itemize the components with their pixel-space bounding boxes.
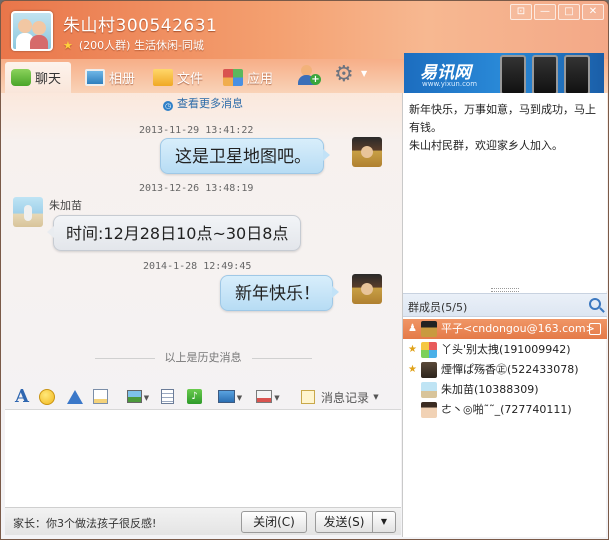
image-icon[interactable]: ▼ bbox=[123, 387, 153, 407]
ad-banner[interactable]: 易讯网 www.yixun.com bbox=[404, 53, 604, 93]
group-subtitle: ★ (200人群) 生活休闲-同城 bbox=[63, 37, 204, 53]
maximize-button[interactable]: □ bbox=[558, 4, 580, 20]
member-name: 平子<cndongou@163.com> bbox=[441, 322, 595, 335]
tab-chat[interactable]: 聊天 bbox=[5, 62, 71, 93]
message-timestamp: 2013-11-29 13:41:22 bbox=[139, 125, 254, 136]
view-more-messages-link[interactable]: ◷ 查看更多消息 bbox=[5, 95, 401, 111]
member-name: 丫头'别太拽(191009942) bbox=[441, 343, 571, 356]
edit-icon[interactable] bbox=[589, 323, 601, 335]
tab-files-label: 文件 bbox=[177, 72, 204, 87]
admin-star-icon: ★ bbox=[408, 344, 417, 355]
clock-icon: ◷ bbox=[163, 101, 173, 111]
members-count: 群成员(5/5) bbox=[408, 301, 468, 314]
right-panel: 新年快乐，万事如意，马到成功，马上有钱。 朱山村民群，欢迎家乡人加入。 群成员(… bbox=[402, 93, 607, 537]
tab-photo-album-label: 相册 bbox=[109, 72, 136, 87]
tab-photo-album[interactable]: 相册 bbox=[79, 62, 145, 93]
announcement-line: 新年快乐，万事如意，马到成功，马上有钱。 bbox=[409, 103, 596, 134]
send-button[interactable]: 发送(S) bbox=[315, 511, 373, 533]
screenshot-icon[interactable]: ▼ bbox=[213, 387, 247, 407]
chevron-down-icon[interactable]: ▼ bbox=[361, 69, 367, 78]
search-icon[interactable] bbox=[589, 298, 601, 310]
owner-icon: ♟ bbox=[408, 323, 417, 334]
group-avatar[interactable] bbox=[11, 11, 53, 51]
group-title: 朱山村300542631 bbox=[63, 16, 218, 36]
folder-icon bbox=[153, 69, 173, 86]
chevron-down-icon: ▼ bbox=[143, 394, 150, 402]
window-header: 朱山村300542631 ★ (200人群) 生活休闲-同城 ⊡ — □ ✕ bbox=[1, 1, 608, 59]
chat-window: 朱山村300542631 ★ (200人群) 生活休闲-同城 ⊡ — □ ✕ 聊天… bbox=[0, 0, 609, 540]
music-icon[interactable]: ♪ bbox=[187, 387, 203, 407]
send-options-chevron-icon[interactable]: ▼ bbox=[372, 511, 396, 533]
avatar[interactable] bbox=[13, 197, 43, 227]
add-member-icon[interactable]: + bbox=[297, 65, 321, 85]
message-input[interactable] bbox=[5, 409, 401, 507]
chevron-down-icon: ▼ bbox=[236, 394, 243, 402]
main-toolbar: 聊天 相册 文件 应用 + ⚙ ▼ bbox=[1, 59, 401, 93]
message-timestamp: 2014-1-28 12:49:45 bbox=[143, 261, 252, 272]
phone-image bbox=[532, 55, 558, 93]
close-window-button[interactable]: ✕ bbox=[582, 4, 604, 20]
chevron-down-icon: ▼ bbox=[371, 393, 379, 401]
window-shake-icon[interactable] bbox=[65, 387, 85, 407]
sender-name[interactable]: 朱加苗 bbox=[49, 197, 82, 213]
admin-star-icon: ★ bbox=[408, 364, 417, 375]
apps-icon bbox=[223, 69, 243, 86]
panel-splitter[interactable] bbox=[403, 281, 607, 293]
tab-files[interactable]: 文件 bbox=[147, 62, 213, 93]
input-toolbar: A ▼ ♪ ▼ ▼ 消息记录 ▼ bbox=[5, 385, 401, 409]
font-icon[interactable]: A bbox=[13, 387, 31, 407]
member-item[interactable]: 朱加苗(10388309) bbox=[403, 380, 607, 400]
tab-apps[interactable]: 应用 bbox=[217, 62, 283, 93]
member-name: 煙憚ぱ殇香㊣(522433078) bbox=[441, 363, 579, 376]
skin-button[interactable]: ⊡ bbox=[510, 4, 532, 20]
avatar bbox=[421, 402, 437, 418]
phone-image bbox=[500, 55, 526, 93]
group-announcement: 新年快乐，万事如意，马到成功，马上有钱。 朱山村民群，欢迎家乡人加入。 bbox=[403, 93, 607, 291]
note-icon[interactable] bbox=[93, 387, 111, 407]
message-history-label: 消息记录 bbox=[321, 391, 370, 405]
group-category: (200人群) 生活休闲-同城 bbox=[78, 39, 204, 52]
avatar bbox=[421, 342, 437, 358]
chevron-down-icon: ▼ bbox=[274, 394, 280, 402]
ad-url: www.yixun.com bbox=[422, 80, 478, 88]
minimize-button[interactable]: — bbox=[534, 4, 556, 20]
gear-icon[interactable]: ⚙ bbox=[334, 63, 354, 87]
tab-apps-label: 应用 bbox=[247, 72, 274, 87]
close-button[interactable]: 关闭(C) bbox=[241, 511, 307, 533]
history-divider: 以上是历史消息 bbox=[5, 349, 401, 365]
photo-album-icon bbox=[85, 69, 105, 86]
message-timestamp: 2013-12-26 13:48:19 bbox=[139, 183, 254, 194]
avatar bbox=[421, 382, 437, 398]
document-icon[interactable] bbox=[161, 387, 177, 407]
avatar[interactable] bbox=[352, 137, 382, 167]
emoji-icon[interactable] bbox=[39, 387, 57, 407]
bottom-bar: 家长：你3个做法孩子很反感! 关闭(C) 发送(S) ▼ bbox=[5, 507, 401, 535]
avatar[interactable] bbox=[352, 274, 382, 304]
ad-tip-link[interactable]: 家长：你3个做法孩子很反感! bbox=[13, 515, 156, 531]
tab-chat-label: 聊天 bbox=[35, 72, 62, 87]
chat-icon bbox=[11, 69, 31, 86]
message-area[interactable]: ◷ 查看更多消息 2013-11-29 13:41:22 这是卫星地图吧。 201… bbox=[5, 93, 401, 379]
phone-image bbox=[564, 55, 590, 93]
avatar bbox=[421, 362, 437, 378]
view-more-label: 查看更多消息 bbox=[177, 97, 243, 110]
message-bubble[interactable]: 时间:12月28日10点~30日8点 bbox=[46, 215, 302, 251]
member-item[interactable]: ★ 煙憚ぱ殇香㊣(522433078) bbox=[403, 360, 607, 380]
message-bubble[interactable]: 这是卫星地图吧。 bbox=[160, 138, 330, 174]
history-icon bbox=[301, 390, 315, 404]
announcement-line: 朱山村民群，欢迎家乡人加入。 bbox=[409, 139, 563, 152]
avatar bbox=[421, 321, 437, 337]
member-item[interactable]: ㄜ丶◎啪˜˜_(727740111) bbox=[403, 400, 607, 420]
member-item[interactable]: ♟ 平子<cndongou@163.com> bbox=[403, 319, 607, 339]
message-history-button[interactable]: 消息记录 ▼ bbox=[301, 387, 393, 407]
message-bubble[interactable]: 新年快乐！ bbox=[220, 275, 339, 311]
star-icon: ★ bbox=[63, 39, 73, 52]
member-item[interactable]: ★ 丫头'别太拽(191009942) bbox=[403, 340, 607, 360]
video-icon[interactable]: ▼ bbox=[251, 387, 285, 407]
member-name: ㄜ丶◎啪˜˜_(727740111) bbox=[441, 403, 572, 416]
members-header: 群成员(5/5) bbox=[403, 293, 607, 317]
member-name: 朱加苗(10388309) bbox=[441, 383, 539, 396]
window-controls: ⊡ — □ ✕ bbox=[508, 4, 604, 20]
